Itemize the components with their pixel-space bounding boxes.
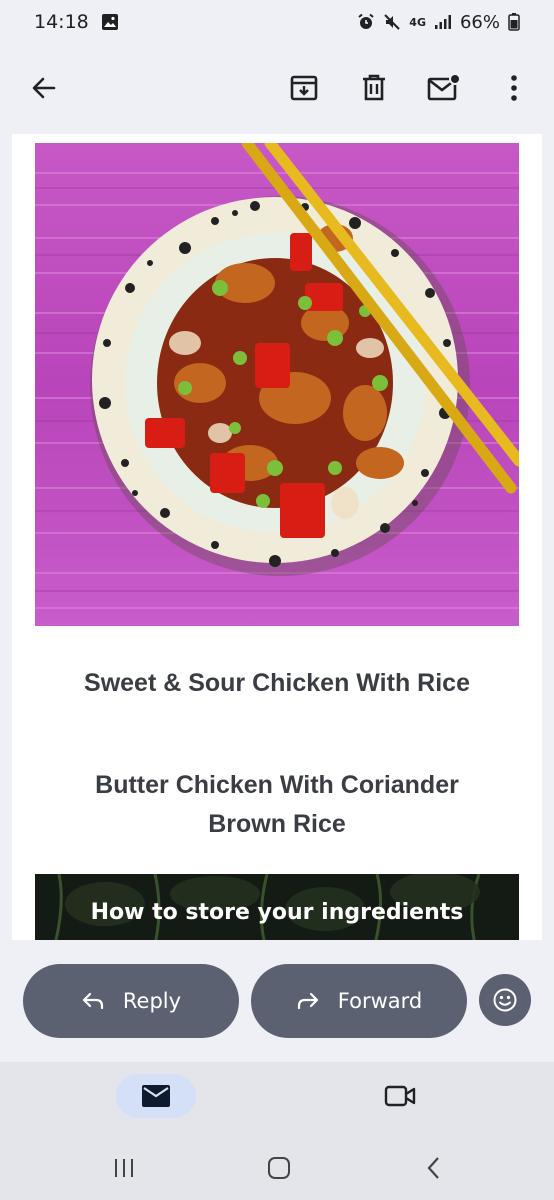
reply-label: Reply: [122, 989, 182, 1013]
reply-button[interactable]: Reply: [23, 964, 239, 1038]
back-button[interactable]: [22, 66, 66, 110]
back-nav-button[interactable]: [414, 1150, 454, 1186]
mark-unread-icon: [427, 73, 461, 101]
banner-title: How to store your ingredients: [90, 900, 464, 925]
chevron-left-icon: [427, 1157, 439, 1179]
forward-button[interactable]: Forward: [251, 964, 467, 1038]
recents-icon: [115, 1159, 133, 1177]
email-toolbar: [0, 44, 554, 132]
recipe-hero-image[interactable]: [35, 143, 519, 626]
sweet-sour-chicken-photo: [35, 143, 519, 626]
home-icon: [268, 1157, 290, 1179]
battery-level: 66%: [459, 11, 500, 33]
clock: 14:18: [34, 11, 89, 33]
mute-icon: [384, 14, 401, 30]
message-actions: Reply Forward: [0, 960, 554, 1040]
smiley-icon: [493, 988, 517, 1012]
emoji-reaction-button[interactable]: [479, 974, 531, 1026]
mark-unread-button[interactable]: [422, 66, 466, 110]
recipe-title-sweet-sour-chicken[interactable]: Sweet & Sour Chicken With Rice: [35, 664, 519, 703]
recent-apps-button[interactable]: [104, 1150, 144, 1186]
video-camera-icon: [384, 1085, 416, 1107]
nav-meet-tab[interactable]: [378, 1074, 422, 1118]
gallery-notification-icon: [101, 14, 118, 30]
nav-mail-tab[interactable]: [116, 1074, 196, 1118]
forward-icon: [297, 992, 318, 1010]
recipe-title-butter-chicken[interactable]: Butter Chicken With Coriander Brown Rice: [35, 766, 519, 844]
system-navigation-bar: [0, 1146, 554, 1190]
archive-button[interactable]: [282, 66, 326, 110]
reply-icon: [82, 992, 104, 1010]
more-vert-icon: [511, 75, 517, 101]
network-type: 4G: [409, 15, 426, 29]
delete-button[interactable]: [352, 66, 396, 110]
forward-label: Forward: [337, 989, 423, 1013]
archive-icon: [290, 75, 318, 101]
mail-icon: [142, 1085, 170, 1107]
alarm-icon: [358, 13, 374, 29]
storage-tips-banner[interactable]: How to store your ingredients: [35, 874, 519, 940]
signal-icon: [434, 15, 451, 29]
home-button[interactable]: [259, 1150, 299, 1186]
status-bar: 14:18 4G 66%: [0, 0, 554, 44]
email-body: Sweet & Sour Chicken With Rice Butter Ch…: [12, 134, 542, 940]
battery-icon: [508, 13, 520, 31]
delete-icon: [363, 74, 385, 101]
bottom-navigation: [0, 1062, 554, 1200]
back-arrow-icon: [32, 77, 56, 99]
more-options-button[interactable]: [492, 66, 536, 110]
